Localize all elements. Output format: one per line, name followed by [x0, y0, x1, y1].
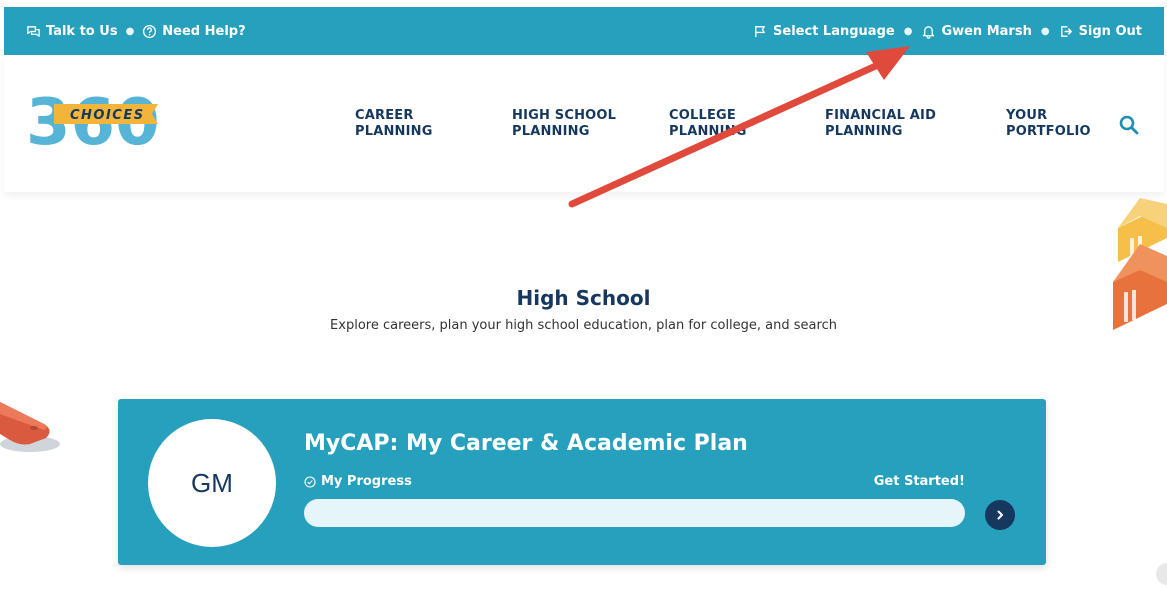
sign-out-button[interactable]: Sign Out — [1059, 24, 1142, 39]
separator-dot: ● — [125, 25, 135, 37]
bell-icon — [923, 25, 935, 39]
nav-college-planning[interactable]: COLLEGE PLANNING — [669, 108, 809, 140]
chevron-right-icon — [997, 510, 1003, 520]
nav-high-school-planning[interactable]: HIGH SCHOOL PLANNING — [512, 108, 652, 140]
mycap-title: MyCAP: My Career & Academic Plan — [304, 431, 748, 456]
nav-high-school-planning-label: HIGH SCHOOL PLANNING — [512, 108, 617, 139]
nav-college-planning-label: COLLEGE PLANNING — [669, 108, 747, 139]
user-name: Gwen Marsh — [941, 23, 1032, 39]
eraser-illustration — [0, 402, 60, 452]
my-progress-text: My Progress — [321, 474, 412, 489]
nav-your-portfolio-label: YOUR PORTFOLIO — [1006, 108, 1091, 139]
get-started-link[interactable]: Get Started! — [874, 474, 965, 489]
nav-career-planning-label: CAREER PLANNING — [355, 108, 433, 139]
nav-career-planning[interactable]: CAREER PLANNING — [355, 108, 495, 140]
search-icon[interactable] — [1118, 114, 1140, 136]
nav-financial-aid-planning[interactable]: FINANCIAL AID PLANNING — [825, 108, 965, 140]
page-title: High School — [516, 286, 651, 310]
avatar-initials: GM — [191, 467, 233, 498]
check-circle-icon — [304, 475, 316, 488]
chat-icon — [27, 25, 40, 37]
select-language-label: Select Language — [773, 23, 895, 39]
sign-out-icon — [1060, 25, 1072, 37]
flag-icon — [755, 25, 765, 37]
utility-bar: Talk to Us ● Need Help? Select Language … — [4, 7, 1164, 55]
separator-dot: ● — [1040, 25, 1050, 37]
scroll-button[interactable] — [1156, 563, 1167, 585]
nav-your-portfolio[interactable]: YOUR PORTFOLIO — [1006, 108, 1106, 140]
books-illustration — [1113, 198, 1167, 330]
sign-out-label: Sign Out — [1078, 23, 1142, 39]
nav-financial-aid-planning-label: FINANCIAL AID PLANNING — [825, 108, 937, 139]
user-menu[interactable]: Gwen Marsh — [921, 23, 1032, 39]
talk-to-us-label: Talk to Us — [46, 23, 118, 39]
avatar: GM — [148, 419, 276, 547]
progress-bar — [304, 499, 965, 527]
help-icon — [143, 24, 157, 38]
mycap-card[interactable]: GM MyCAP: My Career & Academic Plan My P… — [118, 399, 1046, 565]
talk-to-us-link[interactable]: Talk to Us — [26, 24, 118, 39]
select-language-button[interactable]: Select Language — [753, 24, 895, 39]
separator-dot: ● — [903, 25, 913, 37]
need-help-link[interactable]: Need Help? — [142, 23, 246, 39]
my-progress-label: My Progress — [304, 474, 412, 489]
page-subtitle: Explore careers, plan your high school e… — [330, 318, 837, 333]
next-button[interactable] — [985, 500, 1015, 530]
logo-text: CHOICES — [70, 108, 145, 123]
choices-360-logo[interactable]: 360 CHOICES — [24, 88, 164, 148]
main-header: 360 CHOICES CAREER PLANNING HIGH SCHOOL … — [4, 55, 1164, 192]
need-help-label: Need Help? — [162, 23, 246, 39]
